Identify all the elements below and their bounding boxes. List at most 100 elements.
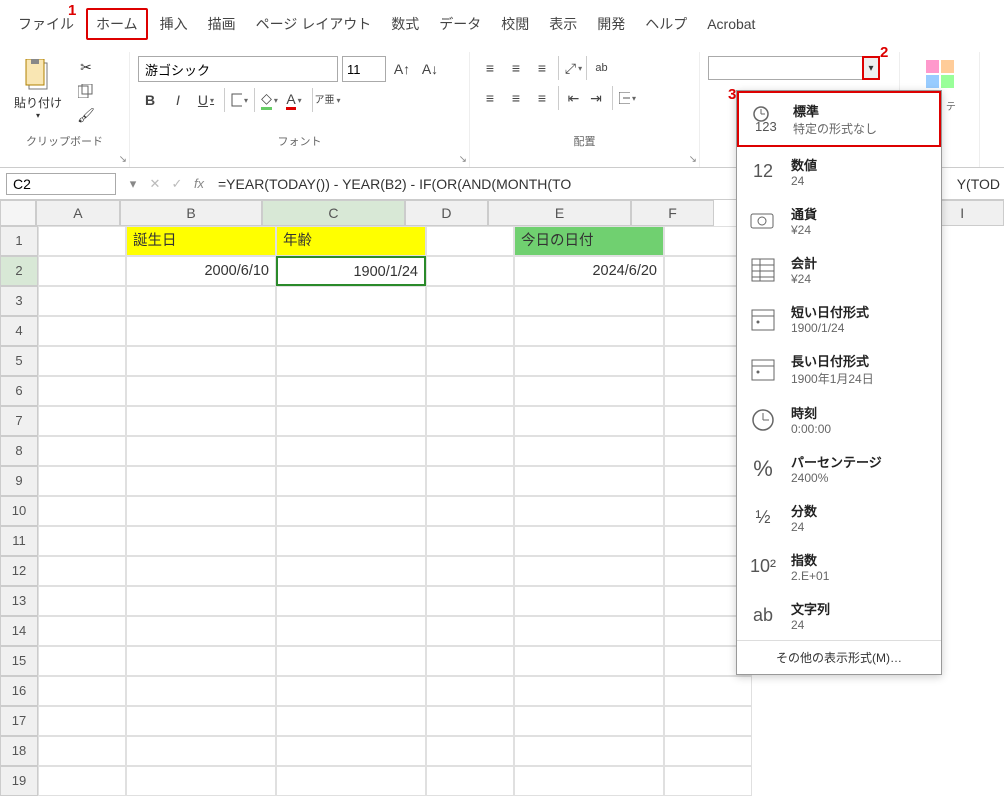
format-more[interactable]: その他の表示形式(M)… <box>737 640 941 674</box>
cell-r6-c1[interactable] <box>126 376 276 406</box>
cell-r14-c2[interactable] <box>276 616 426 646</box>
cell-r18-c1[interactable] <box>126 736 276 766</box>
cell-r3-c1[interactable] <box>126 286 276 316</box>
name-box[interactable] <box>6 173 116 195</box>
cell-r9-c0[interactable] <box>38 466 126 496</box>
cell-r5-c1[interactable] <box>126 346 276 376</box>
select-all-corner[interactable] <box>0 200 36 226</box>
cell-d2[interactable] <box>426 256 514 286</box>
cancel-formula-icon[interactable]: ✕ <box>144 176 166 192</box>
decrease-indent-icon[interactable]: ⇤ <box>558 86 582 110</box>
font-color-button[interactable]: A <box>282 88 306 112</box>
cell-r12-c3[interactable] <box>426 556 514 586</box>
format-long-date[interactable]: 長い日付形式1900年1月24日 <box>737 343 941 395</box>
cell-r10-c1[interactable] <box>126 496 276 526</box>
cell-r13-c2[interactable] <box>276 586 426 616</box>
cell-e2[interactable]: 2024/6/20 <box>514 256 664 286</box>
cell-r12-c4[interactable] <box>514 556 664 586</box>
cell-r14-c0[interactable] <box>38 616 126 646</box>
col-header-b[interactable]: B <box>120 200 262 226</box>
cell-r13-c4[interactable] <box>514 586 664 616</box>
cell-r6-c2[interactable] <box>276 376 426 406</box>
font-name-select[interactable] <box>138 56 338 82</box>
row-header-2[interactable]: 2 <box>0 256 38 286</box>
format-number[interactable]: 12 数値24 <box>737 147 941 196</box>
border-button[interactable] <box>224 88 248 112</box>
cell-r6-c0[interactable] <box>38 376 126 406</box>
cell-r19-c1[interactable] <box>126 766 276 796</box>
row-header-9[interactable]: 9 <box>0 466 38 496</box>
row-header-8[interactable]: 8 <box>0 436 38 466</box>
menu-help[interactable]: ヘルプ <box>637 10 695 38</box>
cell-r10-c3[interactable] <box>426 496 514 526</box>
cell-r15-c0[interactable] <box>38 646 126 676</box>
cell-r17-c1[interactable] <box>126 706 276 736</box>
cell-a1[interactable] <box>38 226 126 256</box>
cell-r11-c3[interactable] <box>426 526 514 556</box>
font-dialog-launcher[interactable]: ↘ <box>459 154 467 165</box>
menu-draw[interactable]: 描画 <box>200 10 244 38</box>
cell-r13-c0[interactable] <box>38 586 126 616</box>
underline-button[interactable]: U <box>194 88 218 112</box>
row-header-7[interactable]: 7 <box>0 406 38 436</box>
orientation-icon[interactable]: ⤢ <box>558 56 582 80</box>
format-percent[interactable]: % パーセンテージ2400% <box>737 444 941 493</box>
cell-r17-c2[interactable] <box>276 706 426 736</box>
menu-page-layout[interactable]: ページ レイアウト <box>248 10 380 38</box>
cell-r7-c2[interactable] <box>276 406 426 436</box>
cell-r18-c0[interactable] <box>38 736 126 766</box>
cell-r7-c3[interactable] <box>426 406 514 436</box>
cell-r16-c3[interactable] <box>426 676 514 706</box>
number-format-dropdown-button[interactable]: ▾ <box>862 56 880 80</box>
row-header-5[interactable]: 5 <box>0 346 38 376</box>
fill-color-button[interactable]: ◇ <box>254 88 278 112</box>
cell-r15-c1[interactable] <box>126 646 276 676</box>
cell-r5-c3[interactable] <box>426 346 514 376</box>
row-header-17[interactable]: 17 <box>0 706 38 736</box>
align-top-icon[interactable]: ≡ <box>478 56 502 80</box>
cell-r5-c2[interactable] <box>276 346 426 376</box>
align-bottom-icon[interactable]: ≡ <box>530 56 554 80</box>
format-scientific[interactable]: 10² 指数2.E+01 <box>737 542 941 591</box>
bold-button[interactable]: B <box>138 88 162 112</box>
row-header-16[interactable]: 16 <box>0 676 38 706</box>
cell-r9-c3[interactable] <box>426 466 514 496</box>
font-size-select[interactable] <box>342 56 386 82</box>
cell-r16-c5[interactable] <box>664 676 752 706</box>
cell-r13-c3[interactable] <box>426 586 514 616</box>
cell-r5-c0[interactable] <box>38 346 126 376</box>
cell-r8-c0[interactable] <box>38 436 126 466</box>
cell-r9-c1[interactable] <box>126 466 276 496</box>
cell-r15-c4[interactable] <box>514 646 664 676</box>
menu-insert[interactable]: 挿入 <box>152 10 196 38</box>
format-currency[interactable]: 通貨¥24 <box>737 196 941 245</box>
format-short-date[interactable]: 短い日付形式1900/1/24 <box>737 294 941 343</box>
row-header-15[interactable]: 15 <box>0 646 38 676</box>
row-header-19[interactable]: 19 <box>0 766 38 796</box>
cell-r3-c3[interactable] <box>426 286 514 316</box>
cell-r11-c1[interactable] <box>126 526 276 556</box>
cell-r15-c2[interactable] <box>276 646 426 676</box>
menu-home[interactable]: ホーム <box>86 8 148 40</box>
format-fraction[interactable]: ½ 分数24 <box>737 493 941 542</box>
cell-r7-c4[interactable] <box>514 406 664 436</box>
cell-r11-c4[interactable] <box>514 526 664 556</box>
cell-r16-c4[interactable] <box>514 676 664 706</box>
format-painter-icon[interactable]: 🖌 <box>76 106 96 124</box>
cell-r14-c4[interactable] <box>514 616 664 646</box>
cell-r6-c3[interactable] <box>426 376 514 406</box>
cut-icon[interactable]: ✂ <box>76 58 96 76</box>
row-header-4[interactable]: 4 <box>0 316 38 346</box>
cell-r17-c4[interactable] <box>514 706 664 736</box>
cell-r7-c0[interactable] <box>38 406 126 436</box>
wrap-text-icon[interactable]: ab <box>586 56 610 80</box>
cell-r14-c1[interactable] <box>126 616 276 646</box>
cell-r16-c1[interactable] <box>126 676 276 706</box>
row-header-12[interactable]: 12 <box>0 556 38 586</box>
cell-b1[interactable]: 誕生日 <box>126 226 276 256</box>
cell-r12-c2[interactable] <box>276 556 426 586</box>
row-header-1[interactable]: 1 <box>0 226 38 256</box>
menu-acrobat[interactable]: Acrobat <box>699 12 763 36</box>
cell-r3-c4[interactable] <box>514 286 664 316</box>
menu-developer[interactable]: 開発 <box>589 10 633 38</box>
